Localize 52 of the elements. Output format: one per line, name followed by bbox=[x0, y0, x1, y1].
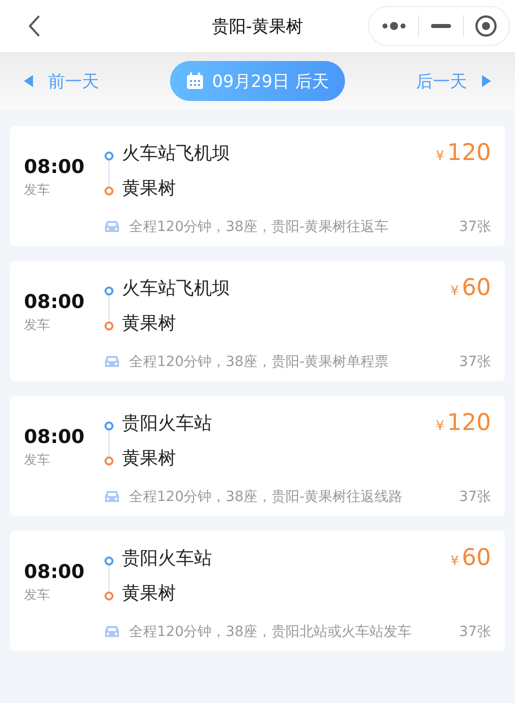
currency-symbol: ¥ bbox=[436, 149, 444, 164]
origin-station: 火车站飞机坝 bbox=[122, 277, 230, 301]
price-text: 120 bbox=[447, 140, 491, 166]
departure-time: 08:00 bbox=[24, 291, 86, 313]
minimize-icon[interactable] bbox=[430, 24, 451, 28]
right-triangle-icon bbox=[480, 75, 491, 87]
departure-label: 发车 bbox=[24, 317, 51, 334]
route-line-drawing bbox=[104, 151, 114, 196]
route-line-drawing bbox=[104, 556, 114, 601]
more-icon[interactable] bbox=[380, 21, 407, 31]
trip-info: 全程120分钟，38座，贵阳北站或火车站发车 bbox=[129, 623, 412, 641]
tickets-left: 37张 bbox=[459, 353, 491, 371]
destination-station: 黄果树 bbox=[122, 582, 177, 606]
departure-time: 08:00 bbox=[24, 156, 86, 178]
left-triangle-icon bbox=[24, 75, 34, 87]
destination-station: 黄果树 bbox=[122, 447, 177, 471]
price-text: 120 bbox=[447, 410, 491, 436]
calendar-icon bbox=[186, 72, 204, 90]
departure-label: 发车 bbox=[24, 452, 51, 469]
tickets-left: 37张 bbox=[459, 488, 491, 506]
trip-card[interactable]: 08:00 发车 火车站飞机坝 黄果树 ¥60 全程120分钟，38座，贵阳-黄果树单程票 37张 bbox=[10, 261, 505, 381]
currency-symbol: ¥ bbox=[450, 284, 459, 299]
trip-card[interactable]: 08:00 发车 火车站飞机坝 黄果树 ¥120 全程120分钟，38座，贵阳-黄果树往返车 37张 bbox=[10, 126, 505, 246]
origin-station: 贵阳火车站 bbox=[122, 412, 212, 436]
destination-station: 黄果树 bbox=[122, 312, 177, 336]
trip-card[interactable]: 08:00 发车 贵阳火车站 黄果树 ¥120 全程120分钟，38座，贵阳-黄果树往返线路 37张 bbox=[10, 396, 505, 516]
back-button[interactable] bbox=[27, 14, 41, 38]
destination-station: 黄果树 bbox=[122, 177, 177, 201]
bus-icon bbox=[104, 490, 120, 504]
departure-label: 发车 bbox=[24, 182, 51, 199]
currency-symbol: ¥ bbox=[436, 419, 444, 434]
price-text: 60 bbox=[462, 275, 491, 301]
tickets-left: 37张 bbox=[459, 218, 491, 236]
departure-time: 08:00 bbox=[24, 426, 86, 448]
trip-info: 全程120分钟，38座，贵阳-黄果树往返车 bbox=[129, 218, 389, 236]
bus-icon bbox=[104, 355, 120, 369]
departure-time: 08:00 bbox=[24, 561, 86, 583]
origin-station: 贵阳火车站 bbox=[122, 547, 212, 571]
departure-label: 发车 bbox=[24, 587, 51, 604]
price-text: 60 bbox=[462, 545, 491, 571]
bus-icon bbox=[104, 625, 120, 639]
page-title: 贵阳-黄果树 bbox=[212, 16, 304, 38]
currency-symbol: ¥ bbox=[450, 554, 459, 569]
trip-card[interactable]: 08:00 发车 贵阳火车站 黄果树 ¥60 全程120分钟，38座，贵阳北站或火车站发车 37张 bbox=[10, 531, 505, 651]
origin-station: 火车站飞机坝 bbox=[122, 142, 230, 166]
tickets-left: 37张 bbox=[459, 623, 491, 641]
trip-info: 全程120分钟，38座，贵阳-黄果树单程票 bbox=[129, 353, 389, 371]
close-icon[interactable] bbox=[475, 15, 498, 37]
trip-info: 全程120分钟，38座，贵阳-黄果树往返线路 bbox=[129, 488, 403, 506]
bus-icon bbox=[104, 220, 120, 234]
route-line-drawing bbox=[104, 421, 114, 466]
route-line-drawing bbox=[104, 286, 114, 331]
